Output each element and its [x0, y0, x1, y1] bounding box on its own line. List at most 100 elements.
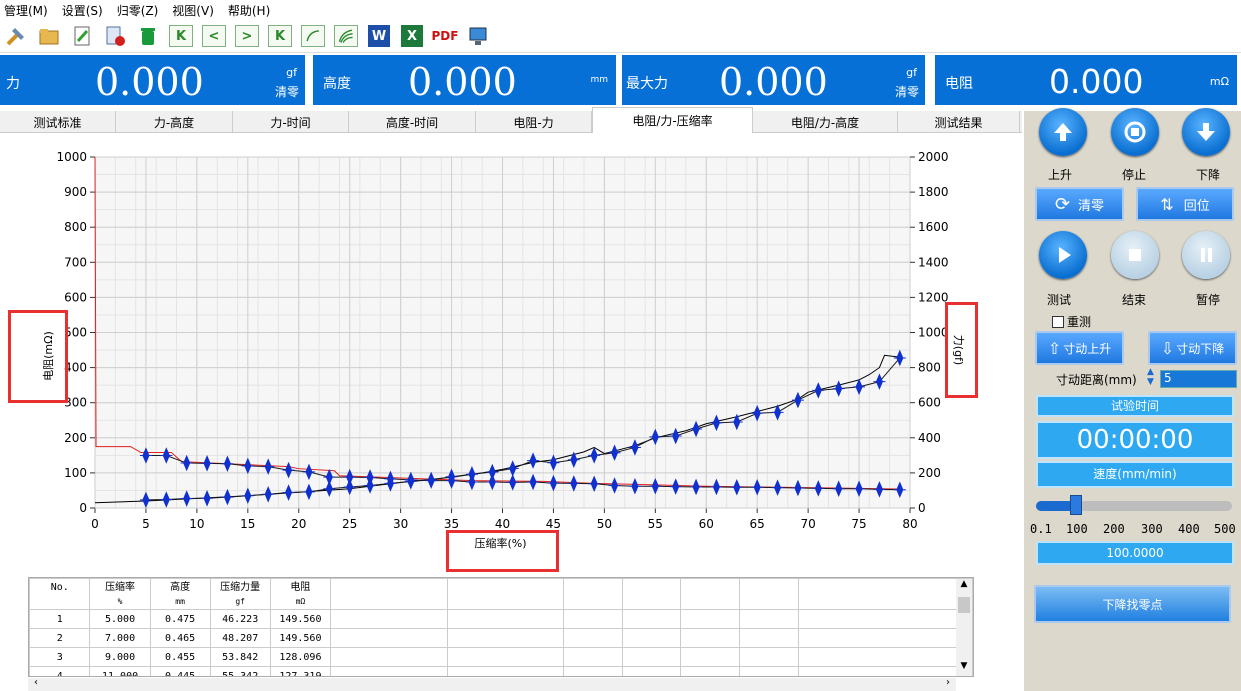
tab-resistance-force-compression[interactable]: 电阻/力-压缩率	[592, 107, 753, 133]
y2-tick-label: 0	[918, 501, 926, 515]
jog-distance-input[interactable]: 5	[1160, 370, 1237, 388]
slider-tick-2: 200	[1103, 522, 1125, 536]
resistance-value: 0.000	[1049, 62, 1144, 101]
zero-button[interactable]: ⟳ 清零	[1035, 187, 1124, 221]
home-button[interactable]: ⇅ 回位	[1136, 187, 1234, 221]
retest-checkbox[interactable]: 重测	[1052, 313, 1091, 330]
slider-tick-3: 300	[1141, 522, 1163, 536]
menu-manage[interactable]: 管理(M)	[4, 2, 48, 19]
resistance-force-compression-chart: 0 5 10 15 20 25 30 35 40 45 50 55 60 65 70 75 8001002003…	[42, 150, 965, 550]
pause-button[interactable]	[1182, 231, 1230, 279]
word-label: W	[368, 25, 390, 47]
curve-icon[interactable]	[299, 22, 327, 50]
tab-height-time[interactable]: 高度-时间	[349, 111, 476, 133]
col-empty	[621, 578, 682, 610]
word-export-icon[interactable]: W	[365, 22, 393, 50]
up-button[interactable]	[1039, 108, 1087, 156]
speed-slider-track[interactable]	[1036, 495, 1232, 515]
stop-label: 停止	[1121, 168, 1146, 182]
clear-doc-icon[interactable]	[101, 22, 129, 50]
col-force: 压缩力量 gf	[209, 578, 271, 610]
jog-down-button[interactable]: ⇩ 寸动下降	[1148, 331, 1237, 365]
tools-icon[interactable]	[2, 22, 30, 50]
scroll-right-icon[interactable]: ›	[946, 677, 950, 688]
cell: 149.560	[269, 609, 332, 629]
table-row[interactable]: 2 7.000 0.465 48.207 149.560	[29, 628, 973, 648]
stop-button[interactable]	[1111, 108, 1159, 156]
col-empty	[446, 578, 564, 610]
tab-resistance-force-height[interactable]: 电阻/力-高度	[753, 111, 898, 133]
menu-view[interactable]: 视图(V)	[172, 2, 214, 19]
col-compression-label: 压缩率	[105, 582, 136, 593]
down-button[interactable]	[1182, 108, 1230, 156]
prev-page-button[interactable]: <	[200, 22, 228, 50]
stop-icon	[1124, 121, 1146, 143]
col-empty	[680, 578, 741, 610]
x-tick-label: 55	[648, 517, 663, 531]
table-row[interactable]: 1 5.000 0.475 46.223 149.560	[29, 609, 973, 629]
scroll-left-icon[interactable]: ‹	[34, 677, 38, 688]
cell: 55.342	[209, 666, 271, 676]
x-axis-highlight	[446, 530, 559, 572]
col-no: No.	[29, 578, 91, 610]
height-label: 高度	[323, 76, 351, 92]
tab-force-time[interactable]: 力-时间	[233, 111, 349, 133]
first-page-button[interactable]: K	[167, 22, 195, 50]
jog-distance-spinner[interactable]: ▲ ▼	[1147, 367, 1159, 389]
cell: 7.000	[89, 628, 151, 648]
y2-tick-label: 600	[918, 396, 941, 410]
table-row[interactable]: 4 11.000 0.445 55.342 127.319	[29, 666, 973, 676]
resistance-label: 电阻	[945, 76, 973, 92]
max-force-panel: 最大力 0.000 gf 清零	[622, 55, 925, 105]
multi-curve-icon[interactable]	[332, 22, 360, 50]
x-tick-label: 35	[444, 517, 459, 531]
table-vertical-scrollbar[interactable]: ▲ ▼	[956, 579, 972, 676]
test-button[interactable]	[1039, 231, 1087, 279]
table-header-row: No. 压缩率% 高度 mm 压缩力量 gf 电阻 mΩ	[29, 578, 973, 610]
col-empty	[330, 578, 448, 610]
cell: 128.096	[269, 647, 332, 667]
chart-area: 0 5 10 15 20 25 30 35 40 45 50 55 60 65 70 75 80 0 100 200 3…	[0, 134, 1022, 574]
col-empty	[739, 578, 800, 610]
jog-up-button[interactable]: ⇧ 寸动上升	[1035, 331, 1124, 365]
tab-force-height[interactable]: 力-高度	[116, 111, 233, 133]
menu-help[interactable]: 帮助(H)	[228, 2, 270, 19]
col-empty	[562, 578, 623, 610]
excel-export-icon[interactable]: X	[398, 22, 426, 50]
scroll-up-icon[interactable]: ▲	[956, 579, 972, 593]
table-row[interactable]: 3 9.000 0.455 53.842 128.096	[29, 647, 973, 667]
y2-tick-label: 1000	[918, 326, 949, 340]
trash-icon[interactable]	[134, 22, 162, 50]
toolbar: K < > K W X PDF	[0, 20, 1241, 53]
tab-resistance-force[interactable]: 电阻-力	[476, 111, 592, 133]
x-tick-label: 65	[750, 517, 765, 531]
scroll-thumb[interactable]	[958, 597, 970, 613]
speed-slider-thumb[interactable]	[1070, 495, 1082, 515]
end-button[interactable]	[1111, 231, 1159, 279]
checkbox-box[interactable]	[1052, 315, 1064, 328]
tab-test-results[interactable]: 测试结果	[898, 111, 1020, 133]
table-horizontal-scrollbar[interactable]: ‹ ›	[28, 677, 956, 691]
col-height-label: 高度	[170, 582, 191, 593]
last-page-button[interactable]: K	[266, 22, 294, 50]
menu-settings[interactable]: 设置(S)	[62, 2, 103, 19]
col-resistance: 电阻 mΩ	[269, 578, 332, 610]
pdf-export-icon[interactable]: PDF	[431, 22, 459, 50]
force-zero-button[interactable]: 清零	[275, 83, 299, 100]
edit-doc-icon[interactable]	[68, 22, 96, 50]
max-force-zero-button[interactable]: 清零	[895, 83, 919, 100]
prev-icon: <	[202, 25, 226, 47]
x-tick-label: 75	[851, 517, 866, 531]
cell: 0.445	[149, 666, 211, 676]
zero-label: 清零	[1078, 198, 1105, 214]
monitor-icon[interactable]	[464, 22, 492, 50]
next-page-button[interactable]: >	[233, 22, 261, 50]
y2-tick-label: 200	[918, 466, 941, 480]
open-folder-icon[interactable]	[35, 22, 63, 50]
menu-zero[interactable]: 归零(Z)	[117, 2, 159, 19]
scroll-down-icon[interactable]: ▼	[956, 661, 972, 675]
data-table: No. 压缩率% 高度 mm 压缩力量 gf 电阻 mΩ 1 5.000 0.475 46.…	[28, 577, 974, 677]
tab-test-standard[interactable]: 测试标准	[0, 111, 116, 133]
find-zero-button[interactable]: 下降找零点	[1034, 585, 1231, 623]
height-panel: 高度 0.000 mm	[313, 55, 616, 105]
